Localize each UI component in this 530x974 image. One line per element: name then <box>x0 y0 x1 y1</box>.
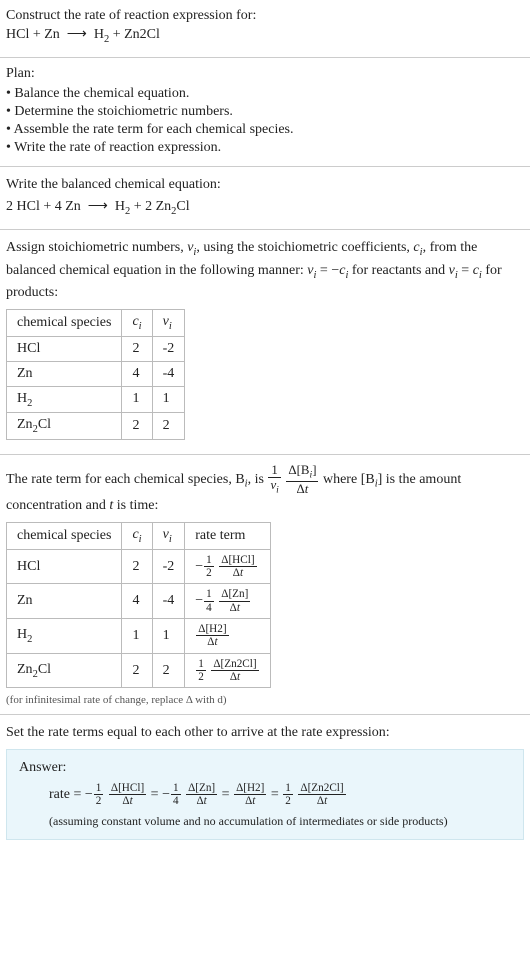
cell-vi: 2 <box>152 413 185 440</box>
cell-species: Zn <box>7 584 122 619</box>
cell-rate: −12 Δ[HCl]Δt <box>185 549 270 584</box>
table-header-row: chemical species ci νi rate term <box>7 523 271 550</box>
rateterm-text: The rate term for each chemical species,… <box>6 463 524 516</box>
rateterm-section: The rate term for each chemical species,… <box>0 455 530 715</box>
cell-ci: 2 <box>122 653 152 688</box>
cell-vi: -4 <box>152 361 185 386</box>
cell-rate: −14 Δ[Zn]Δt <box>185 584 270 619</box>
cell-species: HCl <box>7 336 122 361</box>
answer-note: (assuming constant volume and no accumul… <box>49 814 511 829</box>
stoich-text-a: Assign stoichiometric numbers, <box>6 240 187 255</box>
prompt-equation: HCl + Zn ⟶ H2 + Zn2Cl <box>6 26 524 45</box>
plan-section: Plan: • Balance the chemical equation. •… <box>0 58 530 167</box>
cell-vi: 1 <box>152 619 185 654</box>
stoich-table: chemical species ci νi HCl 2 -2 Zn 4 -4 … <box>6 309 185 440</box>
table-row: HCl 2 -2 <box>7 336 185 361</box>
answer-label: Answer: <box>19 760 511 776</box>
stoich-text-b: , using the stoichiometric coefficients, <box>196 240 413 255</box>
table-row: H2 1 1 Δ[H2]Δt <box>7 619 271 654</box>
col-rate: rate term <box>185 523 270 550</box>
col-species: chemical species <box>7 523 122 550</box>
final-text: Set the rate terms equal to each other t… <box>6 723 524 743</box>
cell-ci: 4 <box>122 361 152 386</box>
cell-vi: 1 <box>152 386 185 413</box>
col-ci: ci <box>122 523 152 550</box>
table-row: Zn 4 -4 <box>7 361 185 386</box>
plan-bullet: • Determine the stoichiometric numbers. <box>6 104 524 120</box>
cell-ci: 1 <box>122 386 152 413</box>
cell-species: Zn <box>7 361 122 386</box>
plan-heading: Plan: <box>6 66 524 82</box>
table-row: H2 1 1 <box>7 386 185 413</box>
answer-expression: rate = −12 Δ[HCl]Δt = −14 Δ[Zn]Δt = Δ[H2… <box>49 782 511 808</box>
cell-vi: -4 <box>152 584 185 619</box>
cell-ci: 2 <box>122 549 152 584</box>
cell-species: Zn2Cl <box>7 413 122 440</box>
col-vi: νi <box>152 309 185 336</box>
cell-species: Zn2Cl <box>7 653 122 688</box>
rateterm-text-a: The rate term for each chemical species, <box>6 472 235 487</box>
stoich-section: Assign stoichiometric numbers, νi , using… <box>0 230 530 455</box>
table-header-row: chemical species ci νi <box>7 309 185 336</box>
table-row: Zn2Cl 2 2 <box>7 413 185 440</box>
rate-lead: rate = <box>49 787 85 802</box>
rateterm-text-b: , is <box>248 472 268 487</box>
rateterm-text-c: where <box>323 472 361 487</box>
cell-ci: 2 <box>122 336 152 361</box>
cell-rate: 12 Δ[Zn2Cl]Δt <box>185 653 270 688</box>
cell-species: H2 <box>7 619 122 654</box>
balanced-equation: 2 HCl + 4 Zn ⟶ H2 + 2 Zn2Cl <box>6 198 524 217</box>
cell-vi: -2 <box>152 336 185 361</box>
col-vi: νi <box>152 523 185 550</box>
balanced-text: Write the balanced chemical equation: <box>6 175 524 195</box>
prompt-section: Construct the rate of reaction expressio… <box>0 0 530 58</box>
cell-ci: 1 <box>122 619 152 654</box>
table-row: HCl 2 -2 −12 Δ[HCl]Δt <box>7 549 271 584</box>
balanced-section: Write the balanced chemical equation: 2 … <box>0 167 530 230</box>
cell-species: HCl <box>7 549 122 584</box>
col-ci: ci <box>122 309 152 336</box>
table-row: Zn2Cl 2 2 12 Δ[Zn2Cl]Δt <box>7 653 271 688</box>
plan-bullet: • Write the rate of reaction expression. <box>6 140 524 156</box>
cell-vi: 2 <box>152 653 185 688</box>
plan-bullet: • Assemble the rate term for each chemic… <box>6 122 524 138</box>
cell-rate: Δ[H2]Δt <box>185 619 270 654</box>
col-species: chemical species <box>7 309 122 336</box>
stoich-text: Assign stoichiometric numbers, νi, using… <box>6 238 524 303</box>
prompt-text: Construct the rate of reaction expressio… <box>6 8 524 24</box>
final-section: Set the rate terms equal to each other t… <box>0 715 530 847</box>
rateterm-text-e: is time: <box>113 498 158 513</box>
rateterm-table: chemical species ci νi rate term HCl 2 -… <box>6 522 271 688</box>
cell-ci: 4 <box>122 584 152 619</box>
rateterm-footnote: (for infinitesimal rate of change, repla… <box>6 694 524 706</box>
cell-ci: 2 <box>122 413 152 440</box>
plan-bullet: • Balance the chemical equation. <box>6 86 524 102</box>
cell-species: H2 <box>7 386 122 413</box>
stoich-text-d: for reactants and <box>348 263 448 278</box>
answer-box: Answer: rate = −12 Δ[HCl]Δt = −14 Δ[Zn]Δ… <box>6 749 524 840</box>
table-row: Zn 4 -4 −14 Δ[Zn]Δt <box>7 584 271 619</box>
cell-vi: -2 <box>152 549 185 584</box>
